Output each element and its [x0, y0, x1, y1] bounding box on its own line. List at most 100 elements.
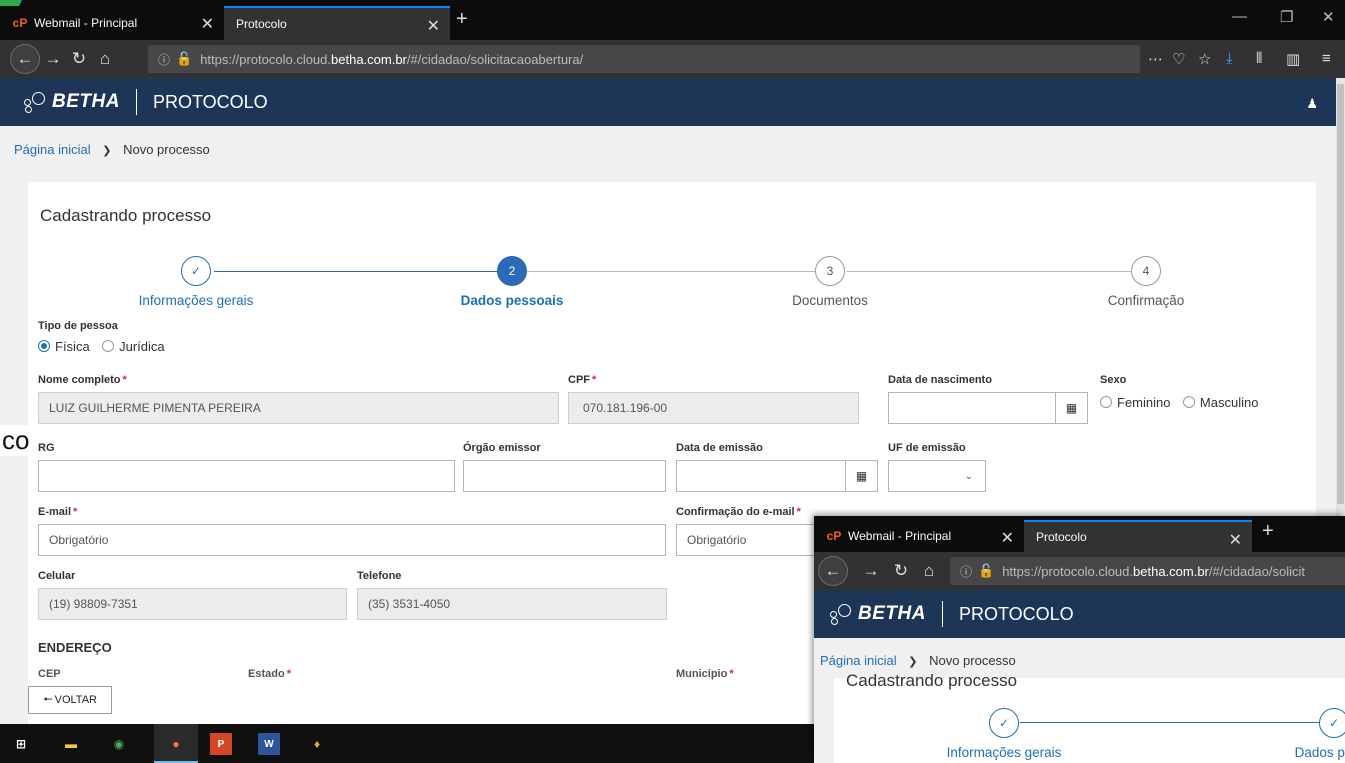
- step-label: Documentos: [792, 293, 868, 308]
- forward-arrow-icon[interactable]: →: [858, 558, 884, 584]
- radio-feminino-label: Feminino: [1117, 395, 1171, 410]
- breadcrumb-home-link[interactable]: Página inicial: [14, 142, 91, 157]
- back-arrow-icon[interactable]: ←: [818, 556, 848, 586]
- tab-label: Protocolo: [236, 17, 287, 31]
- page-title: Cadastrando processo: [40, 206, 212, 225]
- rg-field[interactable]: [38, 460, 455, 492]
- page-actions-icon[interactable]: ⋯: [1148, 50, 1163, 68]
- email-field[interactable]: Obrigatório: [38, 524, 666, 556]
- home-icon[interactable]: ⌂: [92, 46, 118, 72]
- scrollbar-thumb[interactable]: [1337, 84, 1344, 504]
- radio-juridica-label: Jurídica: [119, 339, 165, 354]
- rg-label: RG: [38, 442, 55, 454]
- calendar-icon[interactable]: ▦: [845, 461, 877, 491]
- chrome-icon[interactable]: ◉: [108, 733, 130, 755]
- telefone-label: Telefone: [357, 570, 402, 582]
- nascimento-field[interactable]: ▦: [888, 392, 1088, 424]
- calendar-icon[interactable]: ▦: [1055, 393, 1087, 423]
- overlay-browser-window: cP Webmail - Principal ✕ Protocolo ✕ + ←…: [814, 516, 1345, 763]
- email-confirm-label: Confirmação do e-mail *: [676, 506, 801, 518]
- tab-webmail[interactable]: cP Webmail - Principal ✕: [0, 6, 224, 40]
- windows-start-icon[interactable]: ⊞: [10, 733, 32, 755]
- nome-field[interactable]: LUIZ GUILHERME PIMENTA PEREIRA: [38, 392, 559, 424]
- minimize-icon[interactable]: —: [1232, 8, 1247, 25]
- address-bar[interactable]: ⓘ 🔓 https://protocolo.cloud. betha.com.br…: [148, 45, 1140, 73]
- firefox-icon[interactable]: ●: [165, 733, 187, 755]
- betha-logo-icon: [24, 91, 46, 113]
- info-icon[interactable]: ⓘ: [960, 563, 972, 580]
- tipo-pessoa-group: Física Jurídica: [38, 338, 165, 356]
- municipio-label: Município *: [676, 668, 734, 680]
- step-documentos[interactable]: 3 Documentos: [750, 256, 910, 308]
- orgao-field[interactable]: [463, 460, 666, 492]
- nascimento-label: Data de nascimento: [888, 374, 992, 386]
- cpf-label: CPF *: [568, 374, 597, 386]
- uf-emissao-label: UF de emissão: [888, 442, 966, 454]
- powerpoint-icon[interactable]: P: [210, 733, 232, 755]
- betha-logo-icon: [830, 603, 852, 625]
- overlay-tab-webmail[interactable]: cP Webmail - Principal ✕: [814, 520, 1024, 552]
- breadcrumb-current: Novo processo: [929, 653, 1016, 668]
- step-check-icon: ✓: [989, 708, 1019, 738]
- telefone-field[interactable]: (35) 3531-4050: [357, 588, 667, 620]
- celular-field[interactable]: (19) 98809-7351: [38, 588, 347, 620]
- close-tab-icon[interactable]: ✕: [1001, 528, 1014, 548]
- close-tab-icon[interactable]: ✕: [427, 16, 440, 36]
- overlay-tab-protocolo[interactable]: Protocolo ✕: [1024, 520, 1252, 552]
- restore-icon[interactable]: ❐: [1280, 8, 1293, 26]
- uf-emissao-select[interactable]: ⌄: [888, 460, 986, 492]
- reload-icon[interactable]: ↻: [888, 558, 914, 584]
- new-tab-icon[interactable]: +: [1262, 520, 1274, 543]
- radio-feminino[interactable]: [1100, 396, 1112, 408]
- back-button[interactable]: 🠔 VOLTAR: [28, 686, 112, 714]
- info-icon[interactable]: ⓘ: [158, 51, 170, 68]
- product-name: PROTOCOLO: [152, 91, 268, 112]
- tab-protocolo[interactable]: Protocolo ✕: [224, 6, 450, 40]
- product-name: PROTOCOLO: [958, 603, 1074, 624]
- step-number: 3: [815, 256, 845, 286]
- sidebar-icon[interactable]: ▥: [1286, 50, 1300, 68]
- tipo-pessoa-label: Tipo de pessoa: [38, 320, 118, 332]
- reload-icon[interactable]: ↻: [66, 46, 92, 72]
- downloads-icon[interactable]: ⤓: [1226, 50, 1233, 67]
- step-confirmacao[interactable]: 4 Confirmação: [1066, 256, 1226, 308]
- insecure-lock-icon[interactable]: 🔓: [176, 51, 192, 67]
- radio-fisica[interactable]: [38, 340, 50, 352]
- step-label: Informações gerais: [946, 745, 1062, 760]
- overlay-step-dados-pessoais[interactable]: ✓ Dados pesso: [1254, 708, 1345, 760]
- user-icon[interactable]: ♟: [1306, 96, 1318, 112]
- cpf-field[interactable]: 070.181.196-00: [568, 392, 859, 424]
- pocket-icon[interactable]: ♡: [1172, 50, 1185, 68]
- overlay-address-bar[interactable]: ⓘ 🔓 https://protocolo.cloud. betha.com.br…: [950, 557, 1345, 585]
- library-icon[interactable]: ⫴: [1256, 50, 1262, 67]
- chevron-right-icon: ❯: [908, 656, 918, 668]
- sexo-label: Sexo: [1100, 374, 1127, 386]
- breadcrumb-home-link[interactable]: Página inicial: [820, 653, 897, 668]
- back-button-label: VOLTAR: [54, 694, 97, 706]
- word-icon[interactable]: W: [258, 733, 280, 755]
- paint-icon[interactable]: ♦: [306, 733, 328, 755]
- email-confirm-field[interactable]: Obrigatório: [676, 524, 816, 556]
- url-host: betha.com.br: [1133, 563, 1209, 579]
- radio-masculino[interactable]: [1182, 396, 1195, 408]
- home-icon[interactable]: ⌂: [916, 558, 942, 584]
- data-emissao-field[interactable]: ▦: [676, 460, 878, 492]
- file-explorer-icon[interactable]: ▬: [60, 733, 82, 755]
- close-tab-icon[interactable]: ✕: [201, 14, 214, 34]
- radio-juridica[interactable]: [102, 340, 115, 352]
- chevron-down-icon: ⌄: [964, 470, 973, 482]
- step-informacoes-gerais[interactable]: ✓ Informações gerais: [116, 256, 276, 308]
- menu-icon[interactable]: ≡: [1322, 50, 1331, 67]
- back-arrow-icon[interactable]: ←: [10, 44, 40, 74]
- insecure-lock-icon[interactable]: 🔓: [978, 563, 994, 579]
- browser-nav-bar: ← → ↻ ⌂ ⓘ 🔓 https://protocolo.cloud. beth…: [0, 40, 1345, 78]
- forward-arrow-icon[interactable]: →: [40, 46, 66, 72]
- estado-label: Estado *: [248, 668, 291, 680]
- cep-label: CEP: [38, 668, 61, 680]
- close-tab-icon[interactable]: ✕: [1229, 530, 1242, 550]
- overlay-step-informacoes-gerais[interactable]: ✓ Informações gerais: [924, 708, 1084, 760]
- bookmark-star-icon[interactable]: ☆: [1198, 50, 1211, 68]
- step-dados-pessoais[interactable]: 2 Dados pessoais: [432, 256, 592, 308]
- new-tab-icon[interactable]: +: [456, 8, 468, 31]
- close-window-icon[interactable]: ✕: [1322, 8, 1335, 26]
